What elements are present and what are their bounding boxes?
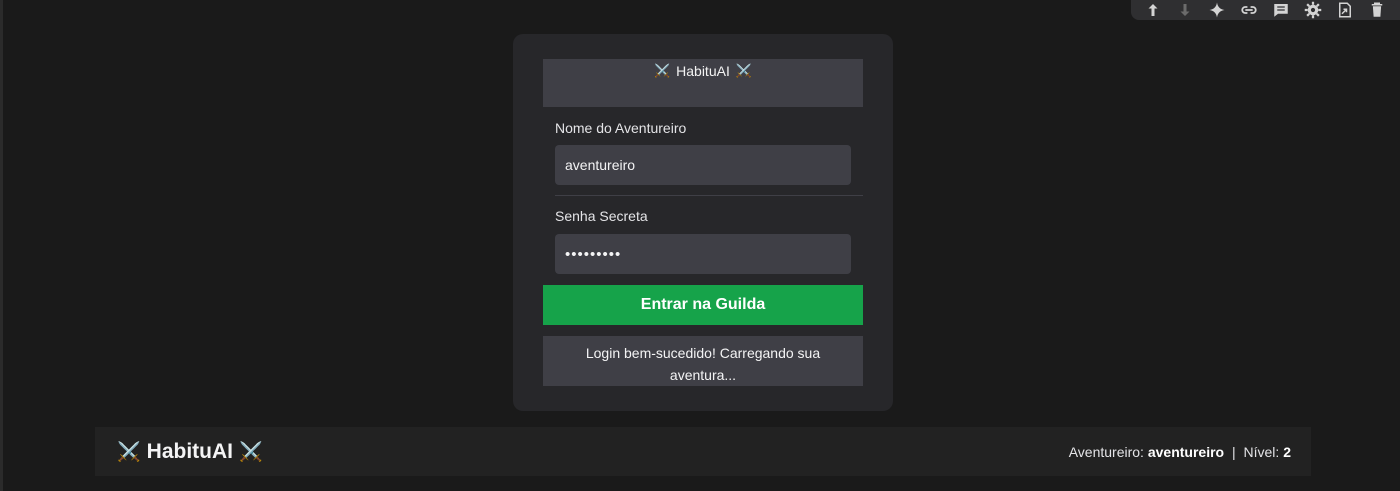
left-edge-border <box>0 0 3 491</box>
login-header: ⚔️ HabituAI ⚔️ <box>543 59 863 107</box>
ai-sparkle-button[interactable] <box>1201 0 1233 21</box>
username-input[interactable] <box>555 145 851 185</box>
copy-link-button[interactable] <box>1233 0 1265 21</box>
password-label: Senha Secreta <box>555 208 648 224</box>
mirror-cell-button[interactable] <box>1329 0 1361 21</box>
crossed-swords-icon: ⚔️ <box>653 63 671 78</box>
move-up-button[interactable] <box>1137 0 1169 21</box>
app-header: ⚔️ HabituAI ⚔️ Aventureiro: aventureiro … <box>95 427 1311 476</box>
link-icon <box>1241 6 1257 14</box>
app-title-text: HabituAI <box>146 439 233 463</box>
crossed-swords-icon: ⚔️ <box>735 63 753 78</box>
level-label: Nível: <box>1243 443 1280 460</box>
crossed-swords-icon: ⚔️ <box>239 441 263 463</box>
user-info: Aventureiro: aventureiro | Nível: 2 <box>1069 444 1291 460</box>
user-label: Aventureiro: <box>1068 443 1144 460</box>
delete-cell-button[interactable] <box>1361 0 1393 21</box>
login-card: ⚔️ HabituAI ⚔️ Nome do Aventureiro Senha… <box>513 34 893 411</box>
crossed-swords-icon: ⚔️ <box>117 441 141 463</box>
level-value: 2 <box>1283 443 1291 460</box>
cell-settings-button[interactable] <box>1297 0 1329 21</box>
login-title: HabituAI <box>676 63 730 79</box>
trash-icon <box>1371 2 1383 17</box>
arrow-up-icon <box>1148 4 1158 16</box>
login-submit-button[interactable]: Entrar na Guilda <box>543 285 863 325</box>
password-input[interactable] <box>555 234 851 274</box>
username-label: Nome do Aventureiro <box>555 120 687 136</box>
move-down-button[interactable] <box>1169 0 1201 21</box>
arrow-down-icon <box>1180 4 1190 16</box>
add-comment-button[interactable] <box>1265 0 1297 21</box>
login-status-message: Login bem-sucedido! Carregando sua avent… <box>543 336 863 386</box>
comment-icon <box>1274 4 1288 17</box>
mirror-cell-icon <box>1339 2 1351 18</box>
app-title: ⚔️ HabituAI ⚔️ <box>117 440 263 464</box>
sparkle-icon <box>1209 2 1225 18</box>
divider <box>555 195 863 196</box>
cell-toolbar <box>1131 0 1400 20</box>
info-separator: | <box>1231 443 1236 460</box>
username-display: aventureiro <box>1147 443 1225 460</box>
gear-icon <box>1304 1 1322 19</box>
